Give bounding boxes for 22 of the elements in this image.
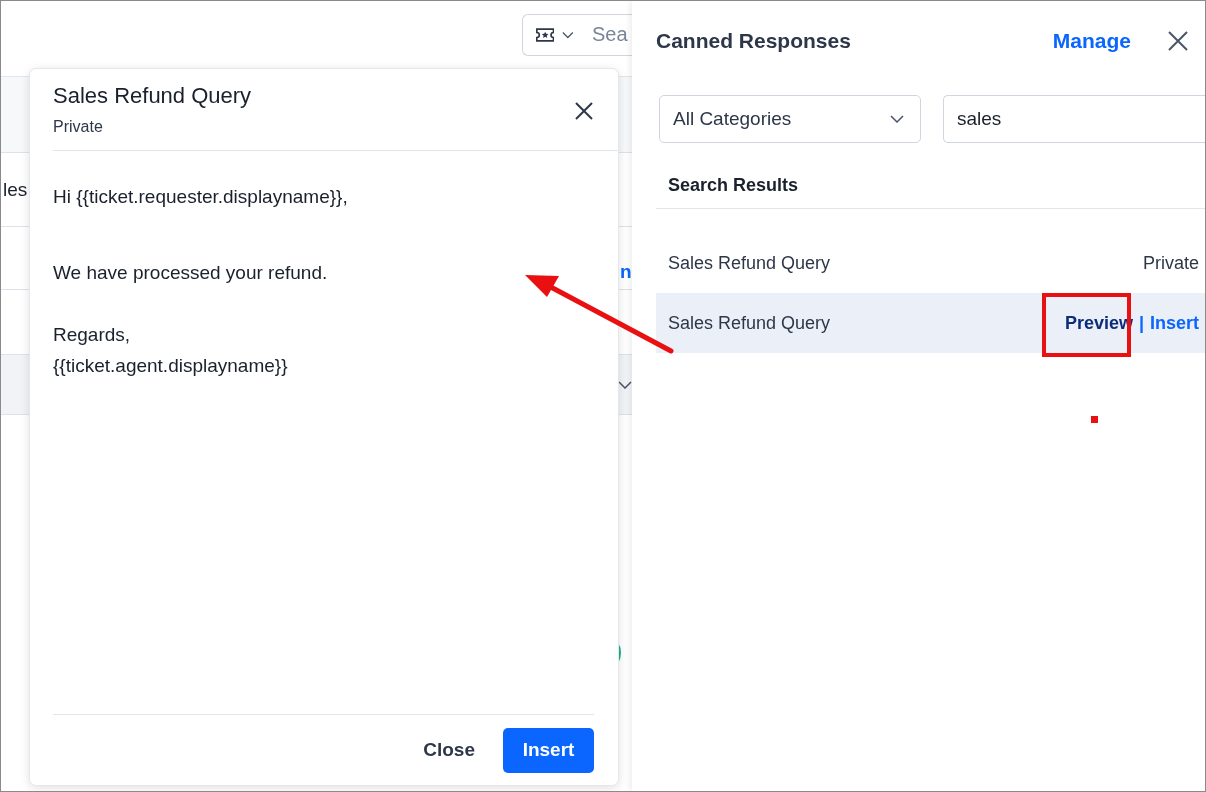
insert-button[interactable]: Insert xyxy=(503,727,594,773)
separator-text: | xyxy=(1138,312,1144,334)
message-text: Hi {{ticket.requester.displayname}}, xyxy=(53,185,349,209)
search-field[interactable]: sales xyxy=(943,95,1205,143)
message-text: {{ticket.agent.displayname}} xyxy=(53,354,289,378)
close-button[interactable]: Close xyxy=(423,739,475,761)
manage-link[interactable]: Manage xyxy=(1052,29,1131,53)
label-text: les xyxy=(3,178,28,201)
visibility-label: Private xyxy=(53,118,104,136)
result-name: Sales Refund Query xyxy=(668,252,832,274)
message-text: Regards, xyxy=(53,323,132,347)
message-text: We have processed your refund. xyxy=(53,261,329,285)
dialog-title: Sales Refund Query xyxy=(53,83,252,109)
category-dropdown[interactable]: All Categories xyxy=(659,95,921,143)
result-name: Sales Refund Query xyxy=(668,312,832,334)
panel-title: Canned Responses xyxy=(656,29,852,53)
visibility-label: Private xyxy=(1142,252,1199,274)
search-field[interactable]: Sea xyxy=(582,23,632,46)
link[interactable]: n xyxy=(620,261,632,283)
section-heading: Search Results xyxy=(656,143,1205,209)
result-row[interactable]: Sales Refund Query Private xyxy=(656,233,1205,293)
insert-link[interactable]: Insert xyxy=(1149,312,1199,334)
